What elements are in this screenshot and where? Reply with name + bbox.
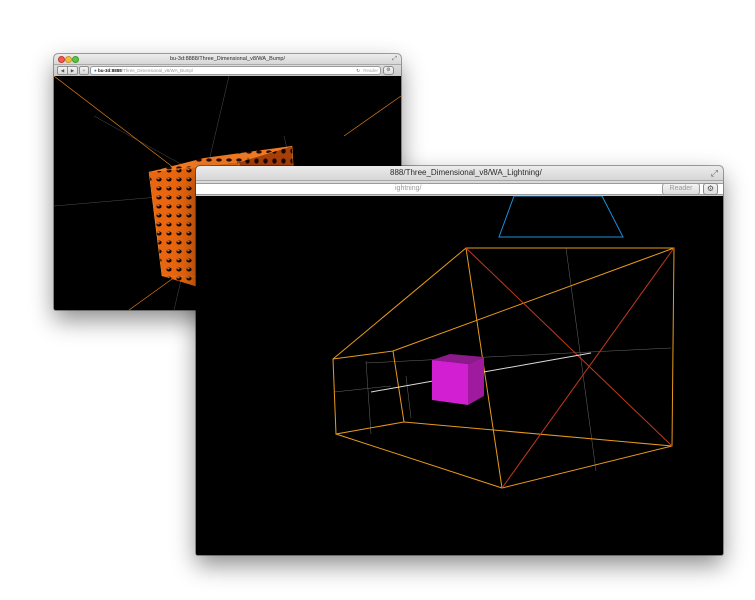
front-window-titlebar[interactable]: 888/Three_Dimensional_v8/WA_Lightning/ ⤢ xyxy=(196,166,723,181)
front-window-title: 888/Three_Dimensional_v8/WA_Lightning/ xyxy=(390,168,542,177)
resize-icon[interactable]: ⤢ xyxy=(392,54,397,64)
address-bar[interactable]: ● bu-3d:8888/Three_Dimensional_v8/WA_Bum… xyxy=(90,66,381,75)
front-browser-window: 888/Three_Dimensional_v8/WA_Lightning/ ⤢… xyxy=(196,166,723,555)
address-bar[interactable]: ightning/ ↻ xyxy=(196,183,723,195)
resize-icon[interactable]: ⤢ xyxy=(711,166,718,180)
front-webgl-viewport[interactable] xyxy=(196,196,723,555)
url-host: bu-3d:8888 xyxy=(97,68,122,73)
magenta-cube xyxy=(432,354,484,405)
url-path: /Three_Dimensional_v8/WA_Bump/ xyxy=(121,68,194,73)
url-path: ightning/ xyxy=(395,185,422,192)
back-window-title: bu-3d:8888/Three_Dimensional_v8/WA_Bump/ xyxy=(169,56,286,62)
reader-button[interactable]: Reader xyxy=(662,183,700,195)
back-window-titlebar[interactable]: bu-3d:8888/Three_Dimensional_v8/WA_Bump/… xyxy=(54,54,401,65)
reader-button[interactable]: Reader xyxy=(363,67,378,74)
close-light-icon[interactable] xyxy=(58,56,65,63)
lightning-scene[interactable] xyxy=(196,196,723,555)
grid-lines xyxy=(333,247,672,472)
globe-icon: ● xyxy=(94,68,97,73)
reload-icon[interactable]: ↻ xyxy=(356,67,360,74)
frustum-diagonals xyxy=(465,247,675,489)
minimize-light-icon[interactable] xyxy=(65,56,72,63)
camera-helper xyxy=(498,196,624,238)
gear-icon[interactable]: ⚙ xyxy=(703,183,718,195)
zoom-light-icon[interactable] xyxy=(72,56,79,63)
share-button[interactable]: + xyxy=(79,66,89,75)
front-window-toolbar: ightning/ ↻ Reader ⚙ xyxy=(196,181,723,197)
gear-icon[interactable]: ⚙ xyxy=(383,66,394,75)
forward-arrow-icon[interactable]: ▶ xyxy=(67,66,78,75)
